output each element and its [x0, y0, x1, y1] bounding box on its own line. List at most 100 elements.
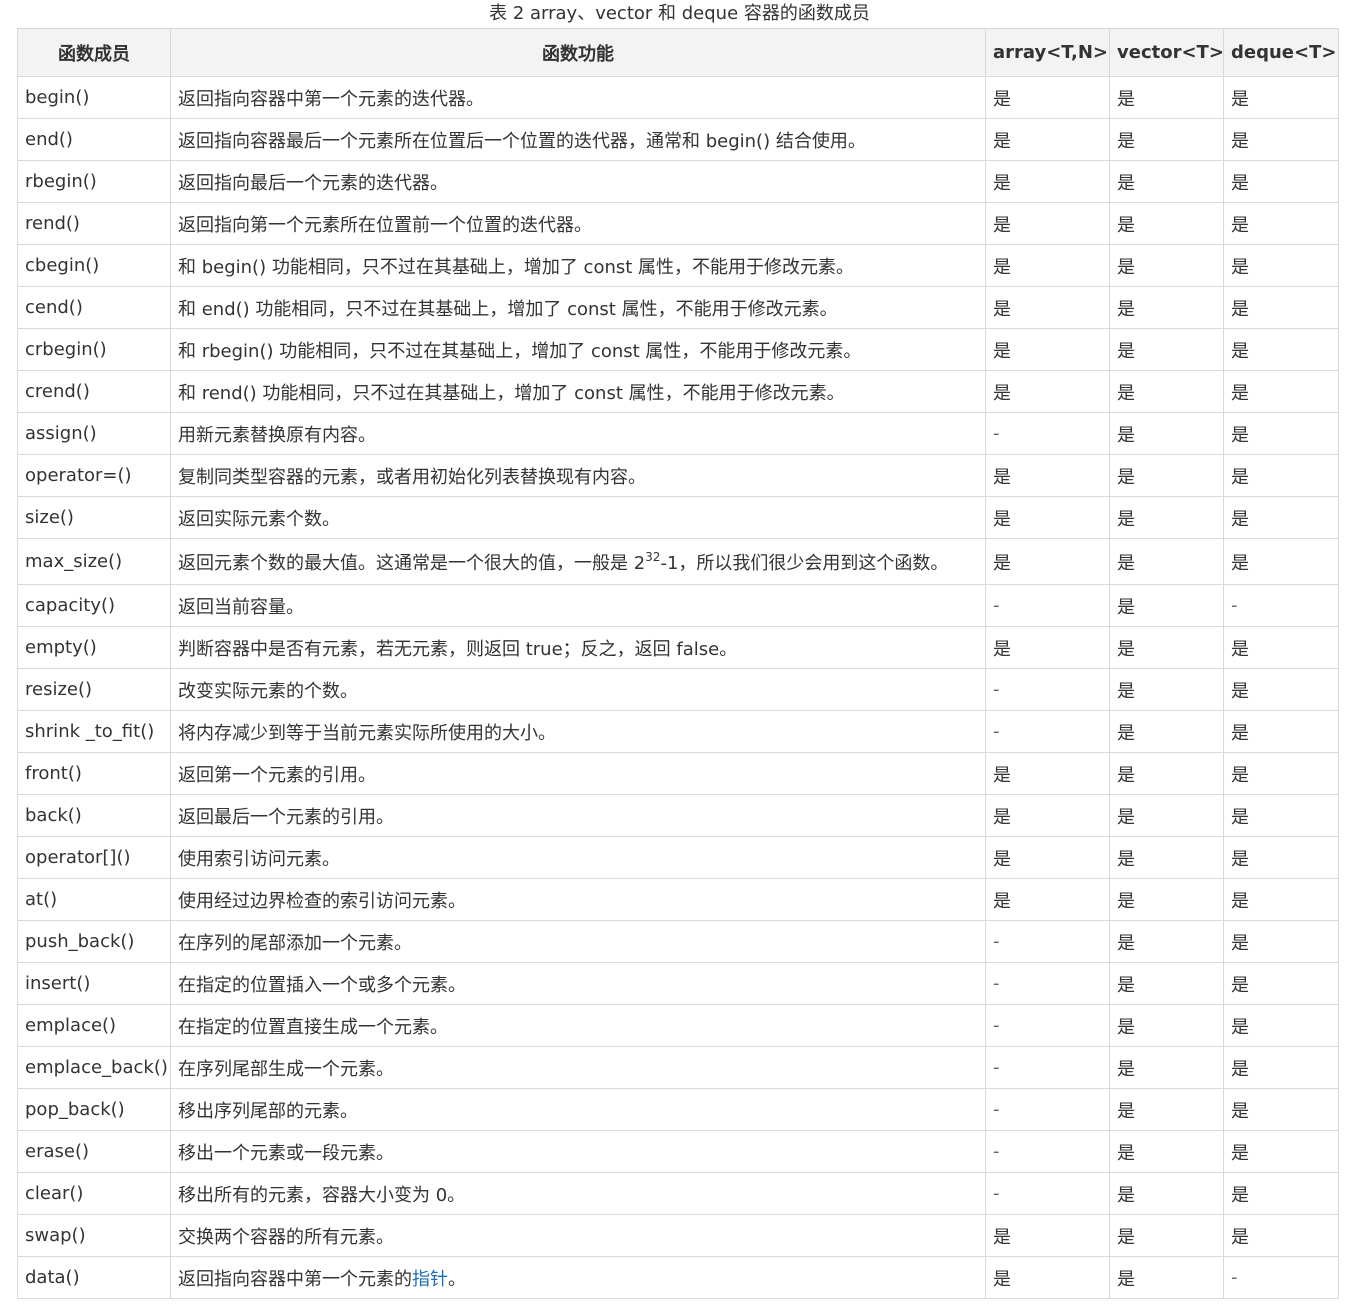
vector-support-cell: 是 — [1109, 1004, 1224, 1047]
vector-support-cell: 是 — [1109, 794, 1224, 837]
deque-support-cell: 是 — [1223, 920, 1339, 963]
exponent-superscript: 32 — [645, 549, 661, 564]
table-row: back() 返回最后一个元素的引用。是是是 — [17, 794, 1339, 837]
member-description-cell: 返回当前容量。 — [170, 584, 986, 627]
table-row: shrink _to_fit() 将内存减少到等于当前元素实际所使用的大小。 - 是是 — [17, 710, 1339, 753]
array-support-cell: 是 — [985, 328, 1110, 371]
member-name-cell: rend() — [17, 202, 171, 245]
table-row: end() 返回指向容器最后一个元素所在位置后一个位置的迭代器，通常和 begin… — [17, 118, 1339, 161]
deque-support-cell: - — [1223, 1256, 1339, 1299]
member-description-cell: 移出一个元素或一段元素。 — [170, 1130, 986, 1173]
deque-support-cell: 是 — [1223, 328, 1339, 371]
deque-support-cell: 是 — [1223, 1130, 1339, 1173]
member-name-cell: front() — [17, 752, 171, 795]
member-name-cell: rbegin() — [17, 160, 171, 203]
vector-support-cell: 是 — [1109, 1130, 1224, 1173]
member-description-cell: 返回第一个元素的引用。 — [170, 752, 986, 795]
pointer-link[interactable]: 指针 — [412, 1269, 448, 1290]
member-name-cell: assign() — [17, 412, 171, 455]
vector-support-cell: 是 — [1109, 412, 1224, 455]
array-support-cell: 是 — [985, 878, 1110, 921]
table-row: rend() 返回指向第一个元素所在位置前一个位置的迭代器。是是是 — [17, 202, 1339, 245]
array-support-cell: 是 — [985, 752, 1110, 795]
member-description-cell: 返回指向最后一个元素的迭代器。 — [170, 160, 986, 203]
deque-support-cell: 是 — [1223, 626, 1339, 669]
header-function: 函数功能 — [170, 28, 986, 77]
table-row: capacity() 返回当前容量。 - 是 - — [17, 584, 1339, 627]
vector-support-cell: 是 — [1109, 328, 1224, 371]
member-description-cell: 返回指向第一个元素所在位置前一个位置的迭代器。 — [170, 202, 986, 245]
array-support-cell: 是 — [985, 1256, 1110, 1299]
table-row: crend() 和 rend() 功能相同，只不过在其基础上，增加了 const … — [17, 370, 1339, 413]
member-name-cell: max_size() — [17, 538, 171, 585]
member-description-cell: 返回实际元素个数。 — [170, 496, 986, 539]
deque-support-cell: 是 — [1223, 878, 1339, 921]
deque-support-cell: 是 — [1223, 160, 1339, 203]
vector-support-cell: 是 — [1109, 1088, 1224, 1131]
table-row: emplace_back() 在序列尾部生成一个元素。 - 是是 — [17, 1046, 1339, 1089]
member-description-cell: 和 rend() 功能相同，只不过在其基础上，增加了 const 属性，不能用于… — [170, 370, 986, 413]
description-text: 。 — [448, 1268, 466, 1290]
vector-support-cell: 是 — [1109, 1046, 1224, 1089]
table-row: rbegin() 返回指向最后一个元素的迭代器。是是是 — [17, 160, 1339, 203]
array-support-cell: - — [985, 1088, 1110, 1131]
array-support-cell: - — [985, 1172, 1110, 1215]
deque-support-cell: 是 — [1223, 202, 1339, 245]
member-description-cell: 判断容器中是否有元素，若无元素，则返回 true；反之，返回 false。 — [170, 626, 986, 669]
array-support-cell: 是 — [985, 496, 1110, 539]
member-name-cell: at() — [17, 878, 171, 921]
vector-support-cell: 是 — [1109, 962, 1224, 1005]
deque-support-cell: 是 — [1223, 76, 1339, 119]
table-row: cbegin() 和 begin() 功能相同，只不过在其基础上，增加了 cons… — [17, 244, 1339, 287]
array-support-cell: 是 — [985, 118, 1110, 161]
member-name-cell: data() — [17, 1256, 171, 1299]
table-row: assign() 用新元素替换原有内容。 - 是是 — [17, 412, 1339, 455]
table-row: data() 返回指向容器中第一个元素的指针。是是 - — [17, 1256, 1339, 1299]
deque-support-cell: - — [1223, 584, 1339, 627]
table-row: swap() 交换两个容器的所有元素。是是是 — [17, 1214, 1339, 1257]
member-description-cell: 用新元素替换原有内容。 — [170, 412, 986, 455]
vector-support-cell: 是 — [1109, 920, 1224, 963]
deque-support-cell: 是 — [1223, 1046, 1339, 1089]
deque-support-cell: 是 — [1223, 1004, 1339, 1047]
member-name-cell: operator=() — [17, 454, 171, 497]
array-support-cell: - — [985, 920, 1110, 963]
member-description-cell: 将内存减少到等于当前元素实际所使用的大小。 — [170, 710, 986, 753]
deque-support-cell: 是 — [1223, 752, 1339, 795]
member-description-cell: 在序列尾部生成一个元素。 — [170, 1046, 986, 1089]
array-support-cell: - — [985, 412, 1110, 455]
table-row: operator[]() 使用索引访问元素。是是是 — [17, 836, 1339, 879]
member-name-cell: back() — [17, 794, 171, 837]
member-name-cell: resize() — [17, 668, 171, 711]
member-description-cell: 移出所有的元素，容器大小变为 0。 — [170, 1172, 986, 1215]
vector-support-cell: 是 — [1109, 752, 1224, 795]
array-support-cell: - — [985, 1130, 1110, 1173]
table-row: operator=() 复制同类型容器的元素，或者用初始化列表替换现有内容。是是是 — [17, 454, 1339, 497]
vector-support-cell: 是 — [1109, 454, 1224, 497]
vector-support-cell: 是 — [1109, 160, 1224, 203]
table-row: front() 返回第一个元素的引用。是是是 — [17, 752, 1339, 795]
deque-support-cell: 是 — [1223, 794, 1339, 837]
member-name-cell: end() — [17, 118, 171, 161]
deque-support-cell: 是 — [1223, 668, 1339, 711]
table-row: clear() 移出所有的元素，容器大小变为 0。 - 是是 — [17, 1172, 1339, 1215]
member-name-cell: push_back() — [17, 920, 171, 963]
array-support-cell: 是 — [985, 76, 1110, 119]
vector-support-cell: 是 — [1109, 244, 1224, 287]
array-support-cell: 是 — [985, 836, 1110, 879]
table-row: size() 返回实际元素个数。是是是 — [17, 496, 1339, 539]
vector-support-cell: 是 — [1109, 626, 1224, 669]
member-name-cell: pop_back() — [17, 1088, 171, 1131]
deque-support-cell: 是 — [1223, 836, 1339, 879]
member-description-cell: 复制同类型容器的元素，或者用初始化列表替换现有内容。 — [170, 454, 986, 497]
deque-support-cell: 是 — [1223, 710, 1339, 753]
table-body: begin() 返回指向容器中第一个元素的迭代器。是是是 end() 返回指向容器最后… — [17, 76, 1339, 1299]
deque-support-cell: 是 — [1223, 1088, 1339, 1131]
array-support-cell: 是 — [985, 286, 1110, 329]
table-row: max_size() 返回元素个数的最大值。这通常是一个很大的值，一般是 232-… — [17, 538, 1339, 585]
description-text: 返回指向容器中第一个元素的 — [178, 1268, 412, 1290]
array-support-cell: 是 — [985, 794, 1110, 837]
member-description-cell: 和 rbegin() 功能相同，只不过在其基础上，增加了 const 属性，不能… — [170, 328, 986, 371]
deque-support-cell: 是 — [1223, 1172, 1339, 1215]
deque-support-cell: 是 — [1223, 244, 1339, 287]
